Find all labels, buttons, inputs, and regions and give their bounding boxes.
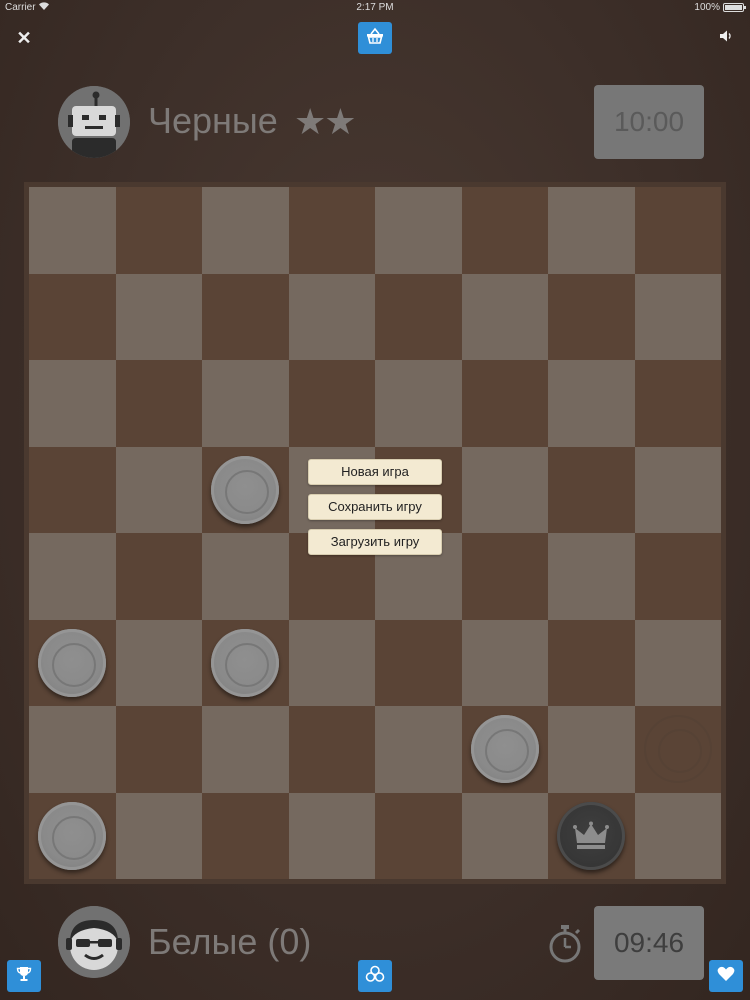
board-square[interactable] <box>461 706 548 793</box>
board-square[interactable] <box>202 792 289 879</box>
load-game-button[interactable]: Загрузить игру <box>308 529 442 555</box>
coins-button[interactable] <box>358 960 392 992</box>
board-square[interactable] <box>202 446 289 533</box>
board-square[interactable] <box>461 187 548 274</box>
board-square[interactable] <box>634 706 721 793</box>
coins-icon <box>365 965 385 988</box>
white-checker[interactable] <box>470 715 539 783</box>
board-square[interactable] <box>202 187 289 274</box>
board-square[interactable] <box>375 187 462 274</box>
save-game-button[interactable]: Сохранить игру <box>308 494 442 520</box>
board-square[interactable] <box>288 360 375 447</box>
board-square[interactable] <box>548 706 635 793</box>
board-square[interactable] <box>634 187 721 274</box>
board-square[interactable] <box>29 792 116 879</box>
new-game-button[interactable]: Новая игра <box>308 459 442 485</box>
board-square[interactable] <box>29 619 116 706</box>
board-square[interactable] <box>29 273 116 360</box>
board-square[interactable] <box>202 619 289 706</box>
board-square[interactable] <box>375 360 462 447</box>
leaderboard-button[interactable] <box>7 960 41 992</box>
board-square[interactable] <box>202 533 289 620</box>
white-checker[interactable] <box>211 628 279 697</box>
board-square[interactable] <box>115 792 202 879</box>
board-square[interactable] <box>634 792 721 879</box>
board-square[interactable] <box>29 446 116 533</box>
board-square[interactable] <box>634 446 721 533</box>
board-square[interactable] <box>115 360 202 447</box>
crown-icon <box>573 821 609 849</box>
board-square[interactable] <box>461 792 548 879</box>
status-time: 2:17 PM <box>356 2 394 13</box>
board-square[interactable] <box>115 619 202 706</box>
white-checker[interactable] <box>38 628 106 697</box>
bottom-player-name: Белые (0) <box>148 921 312 962</box>
board-square[interactable] <box>375 792 462 879</box>
shop-button[interactable] <box>358 22 392 54</box>
board-square[interactable] <box>461 360 548 447</box>
board-square[interactable] <box>375 619 462 706</box>
board-square[interactable] <box>634 619 721 706</box>
board-square[interactable] <box>288 792 375 879</box>
checker-shadow <box>643 715 712 783</box>
board-square[interactable] <box>288 619 375 706</box>
heart-icon <box>717 966 735 987</box>
bottom-player-clock: 09:46 <box>594 906 704 980</box>
robot-icon <box>58 86 130 158</box>
top-player-clock: 10:00 <box>594 85 704 159</box>
board-square[interactable] <box>375 273 462 360</box>
board-square[interactable] <box>375 706 462 793</box>
board-square[interactable] <box>634 533 721 620</box>
board-square[interactable] <box>461 533 548 620</box>
board-square[interactable] <box>548 273 635 360</box>
top-player-name: Черные <box>148 100 278 141</box>
sunglasses-face-icon <box>58 906 130 978</box>
stopwatch-icon <box>546 922 584 964</box>
board-square[interactable] <box>115 273 202 360</box>
board-square[interactable] <box>288 706 375 793</box>
board-square[interactable] <box>202 360 289 447</box>
close-icon[interactable]: ✕ <box>14 28 34 48</box>
white-checker[interactable] <box>38 801 106 870</box>
board-square[interactable] <box>548 619 635 706</box>
board-square[interactable] <box>548 446 635 533</box>
board-square[interactable] <box>461 273 548 360</box>
battery-percent: 100% <box>694 2 720 13</box>
board-square[interactable] <box>288 273 375 360</box>
board-square[interactable] <box>29 360 116 447</box>
board-square[interactable] <box>288 187 375 274</box>
speaker-icon <box>718 30 734 48</box>
board-square[interactable] <box>115 187 202 274</box>
board-square[interactable] <box>548 360 635 447</box>
favorite-button[interactable] <box>709 960 743 992</box>
board-square[interactable] <box>29 706 116 793</box>
board-square[interactable] <box>548 533 635 620</box>
board-square[interactable] <box>548 792 635 879</box>
board-square[interactable] <box>548 187 635 274</box>
board-square[interactable] <box>461 619 548 706</box>
board-square[interactable] <box>115 446 202 533</box>
board-square[interactable] <box>202 273 289 360</box>
board-square[interactable] <box>115 706 202 793</box>
difficulty-stars: ★★ <box>294 101 357 142</box>
board-square[interactable] <box>634 360 721 447</box>
status-bar: Carrier 2:17 PM 100% <box>0 0 750 16</box>
trophy-icon <box>15 965 33 988</box>
board-square[interactable] <box>634 273 721 360</box>
board-square[interactable] <box>115 533 202 620</box>
battery-icon <box>723 3 746 12</box>
board-square[interactable] <box>461 446 548 533</box>
player-avatar <box>58 906 130 978</box>
black-king-checker[interactable] <box>557 801 625 870</box>
board-square[interactable] <box>29 187 116 274</box>
white-checker[interactable] <box>211 455 279 524</box>
board-square[interactable] <box>29 533 116 620</box>
sound-button[interactable] <box>718 28 738 48</box>
board-square[interactable] <box>202 706 289 793</box>
robot-avatar <box>58 86 130 158</box>
basket-icon <box>365 27 385 50</box>
